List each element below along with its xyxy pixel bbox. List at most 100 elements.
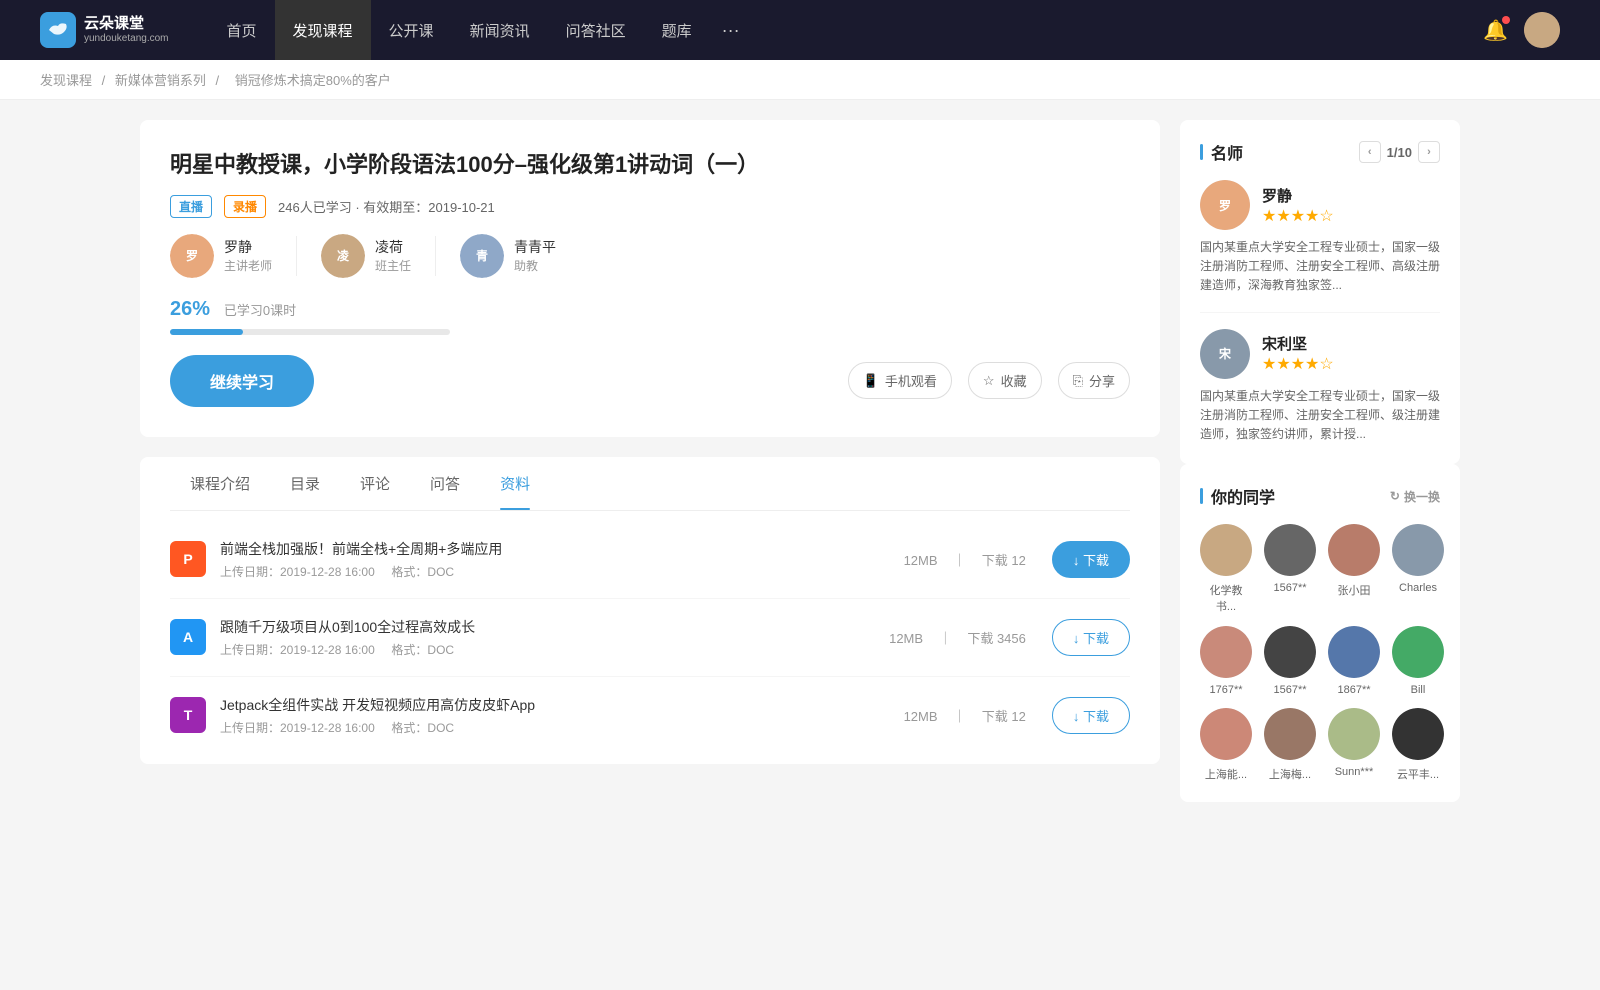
teacher-avatar-0: 罗	[170, 234, 214, 278]
resource-meta-0: 上传日期：2019-12-28 16:00 格式：DOC	[220, 563, 898, 580]
collect-label: 收藏	[1001, 371, 1027, 390]
tab-qa[interactable]: 问答	[410, 457, 480, 510]
continue-button[interactable]: 继续学习	[170, 355, 314, 407]
logo-sub: yundouketang.com	[84, 33, 169, 45]
classmate-7[interactable]: Bill	[1392, 626, 1444, 696]
next-page-button[interactable]: ›	[1418, 141, 1440, 163]
classmate-8[interactable]: 上海能...	[1200, 708, 1252, 782]
classmate-avatar-11	[1392, 708, 1444, 760]
tab-comments[interactable]: 评论	[340, 457, 410, 510]
classmate-name-4: 1767**	[1209, 684, 1242, 696]
nav-news[interactable]: 新闻资讯	[452, 0, 548, 60]
teacher-0: 罗 罗静 主讲老师	[170, 234, 272, 278]
teacher-card-avatar-1: 宋	[1200, 329, 1250, 379]
nav-more[interactable]: ···	[710, 20, 752, 41]
share-button[interactable]: ⎘ 分享	[1058, 362, 1130, 399]
resource-icon-0: P	[170, 541, 206, 577]
teacher-card-desc-1: 国内某重点大学安全工程专业硕士，国家一级注册消防工程师、注册安全工程师、级注册建…	[1200, 387, 1440, 445]
teacher-card-1: 宋 宋利坚 ★★★★☆ 国内某重点大学安全工程专业硕士，国家一级注册消防工程师、…	[1200, 329, 1440, 445]
classmate-9[interactable]: 上海梅...	[1264, 708, 1316, 782]
classmate-0[interactable]: 化学教书...	[1200, 524, 1252, 614]
classmate-2[interactable]: 张小田	[1328, 524, 1380, 614]
share-icon: ⎘	[1073, 373, 1083, 389]
classmate-name-8: 上海能...	[1205, 766, 1247, 782]
teacher-card-0: 罗 罗静 ★★★★☆ 国内某重点大学安全工程专业硕士，国家一级注册消防工程师、注…	[1200, 180, 1440, 313]
tab-resources[interactable]: 资料	[480, 457, 550, 510]
teacher-1: 凌 凌荷 班主任	[321, 234, 411, 278]
nav-open-course[interactable]: 公开课	[371, 0, 452, 60]
tab-catalog[interactable]: 目录	[270, 457, 340, 510]
nav-right: 🔔	[1483, 12, 1560, 48]
share-label: 分享	[1089, 371, 1115, 390]
breadcrumb: 发现课程 / 新媒体营销系列 / 销冠修炼术搞定80%的客户	[0, 60, 1600, 100]
teacher-stars-1: ★★★★☆	[1262, 354, 1334, 374]
classmate-name-6: 1867**	[1337, 684, 1370, 696]
course-teachers: 罗 罗静 主讲老师 凌 凌荷 班主任	[170, 234, 1130, 278]
collect-button[interactable]: ☆ 收藏	[968, 362, 1042, 399]
classmate-avatar-4	[1200, 626, 1252, 678]
resource-stats-2: 12MB ｜ 下载 12	[898, 706, 1032, 725]
resource-name-0: 前端全栈加强版！前端全栈+全周期+多端应用	[220, 539, 898, 559]
classmate-name-5: 1567**	[1273, 684, 1306, 696]
resource-name-2: Jetpack全组件实战 开发短视频应用高仿皮皮虾App	[220, 695, 898, 715]
prev-page-button[interactable]: ‹	[1359, 141, 1381, 163]
classmate-1[interactable]: 1567**	[1264, 524, 1316, 614]
main-layout: 明星中教授课，小学阶段语法100分–强化级第1讲动词（一） 直播 录播 246人…	[100, 100, 1500, 822]
logo-icon	[40, 12, 76, 48]
classmate-6[interactable]: 1867**	[1328, 626, 1380, 696]
classmate-5[interactable]: 1567**	[1264, 626, 1316, 696]
classmates-title-bar	[1200, 488, 1203, 504]
logo[interactable]: 云朵课堂 yundouketang.com	[40, 12, 169, 48]
classmates-grid: 化学教书... 1567** 张小田 Charles 1767**	[1200, 524, 1440, 782]
progress-sub: 已学习0课时	[224, 303, 296, 318]
classmate-10[interactable]: Sunn***	[1328, 708, 1380, 782]
classmate-name-3: Charles	[1399, 582, 1437, 594]
classmate-name-11: 云平丰...	[1397, 766, 1439, 782]
nav-items: 首页 发现课程 公开课 新闻资讯 问答社区 题库 ···	[209, 0, 1484, 60]
resource-meta-2: 上传日期：2019-12-28 16:00 格式：DOC	[220, 719, 898, 736]
progress-label: 26%	[170, 298, 210, 320]
user-avatar[interactable]	[1524, 12, 1560, 48]
teacher-divider-2	[435, 236, 436, 276]
resource-stats-1: 12MB ｜ 下载 3456	[883, 628, 1032, 647]
star-icon: ☆	[983, 373, 995, 389]
course-meta: 直播 录播 246人已学习 · 有效期至：2019-10-21	[170, 195, 1130, 218]
teacher-name-2: 青青平	[514, 237, 556, 257]
nav-discover[interactable]: 发现课程	[275, 0, 371, 60]
teacher-role-0: 主讲老师	[224, 257, 272, 274]
teacher-stars-0: ★★★★☆	[1262, 206, 1334, 226]
classmate-3[interactable]: Charles	[1392, 524, 1444, 614]
classmate-avatar-3	[1392, 524, 1444, 576]
classmate-4[interactable]: 1767**	[1200, 626, 1252, 696]
content-left: 明星中教授课，小学阶段语法100分–强化级第1讲动词（一） 直播 录播 246人…	[140, 120, 1160, 802]
download-button-1[interactable]: ↓ 下载	[1052, 619, 1130, 656]
classmate-avatar-9	[1264, 708, 1316, 760]
resource-name-1: 跟随千万级项目从0到100全过程高效成长	[220, 617, 883, 637]
nav-quiz[interactable]: 题库	[644, 0, 710, 60]
classmate-avatar-1	[1264, 524, 1316, 576]
course-title: 明星中教授课，小学阶段语法100分–强化级第1讲动词（一）	[170, 150, 1130, 181]
classmate-avatar-6	[1328, 626, 1380, 678]
mobile-watch-button[interactable]: 📱 手机观看	[848, 362, 952, 399]
breadcrumb-current: 销冠修炼术搞定80%的客户	[235, 73, 391, 88]
resource-item-2: T Jetpack全组件实战 开发短视频应用高仿皮皮虾App 上传日期：2019…	[170, 677, 1130, 754]
classmate-name-0: 化学教书...	[1200, 582, 1252, 614]
classmates-panel: 你的同学 ↻ 换一换 化学教书... 1567** 张小田	[1180, 464, 1460, 802]
download-button-0[interactable]: ↓ 下载	[1052, 541, 1130, 578]
course-stats: 246人已学习 · 有效期至：2019-10-21	[278, 197, 495, 216]
tab-intro[interactable]: 课程介绍	[170, 457, 270, 510]
resource-meta-1: 上传日期：2019-12-28 16:00 格式：DOC	[220, 641, 883, 658]
classmate-11[interactable]: 云平丰...	[1392, 708, 1444, 782]
classmate-name-10: Sunn***	[1335, 766, 1374, 778]
teacher-name-0: 罗静	[224, 237, 272, 257]
download-button-2[interactable]: ↓ 下载	[1052, 697, 1130, 734]
refresh-classmates-button[interactable]: ↻ 换一换	[1390, 488, 1440, 505]
breadcrumb-series[interactable]: 新媒体营销系列	[115, 73, 206, 88]
nav-home[interactable]: 首页	[209, 0, 275, 60]
nav-qa[interactable]: 问答社区	[548, 0, 644, 60]
teacher-panel-title: 名师 ‹ 1/10 ›	[1200, 140, 1440, 164]
classmate-name-7: Bill	[1411, 684, 1426, 696]
classmates-panel-title: 你的同学 ↻ 换一换	[1200, 484, 1440, 508]
bell-icon[interactable]: 🔔	[1483, 18, 1508, 43]
breadcrumb-discover[interactable]: 发现课程	[40, 73, 92, 88]
